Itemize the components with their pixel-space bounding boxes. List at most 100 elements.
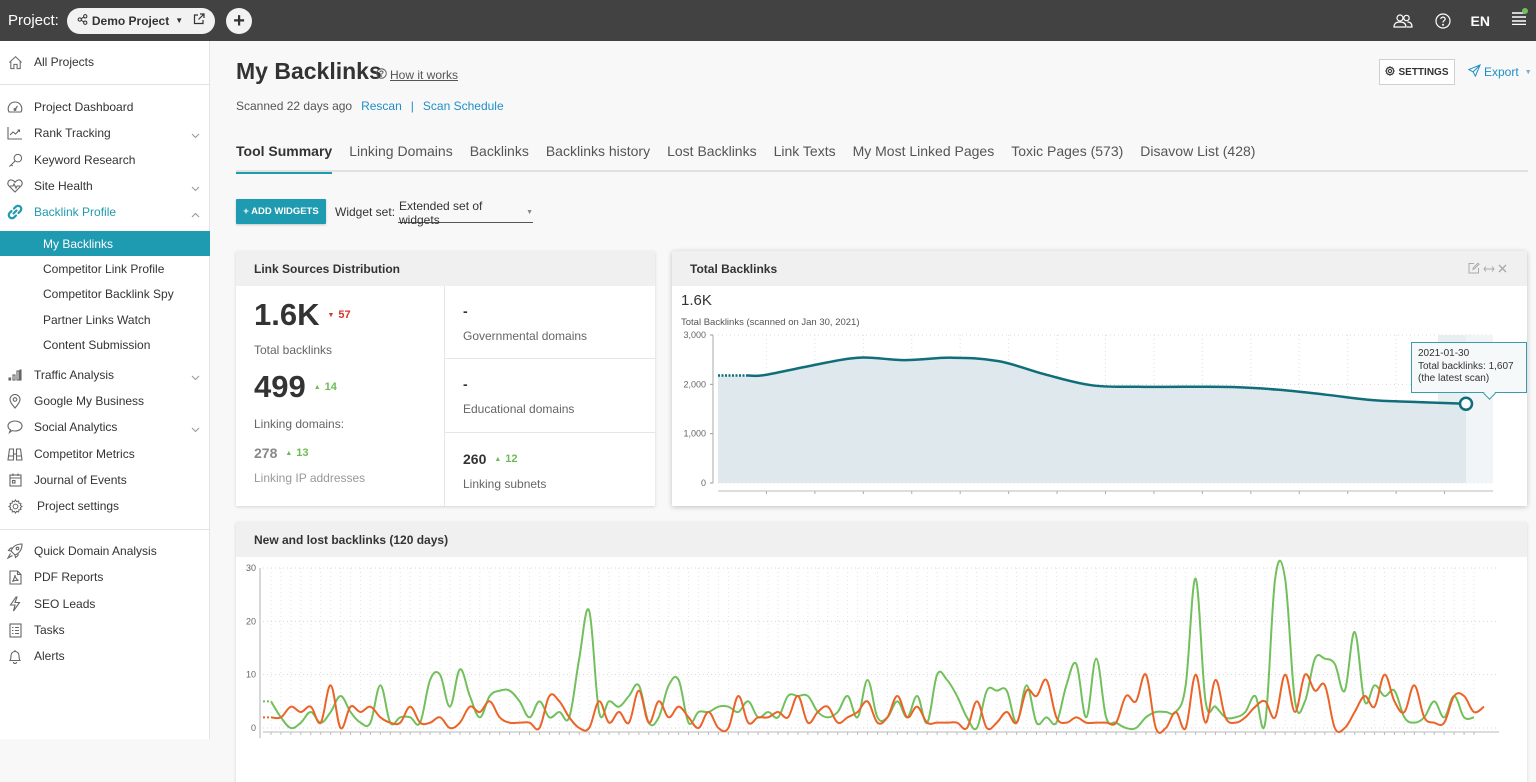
- scanned-time: Scanned 22 days ago: [236, 99, 352, 113]
- tab-toxic-pages[interactable]: Toxic Pages (573): [1011, 141, 1123, 172]
- export-button[interactable]: Export ▼: [1468, 64, 1532, 80]
- sidebar-subitem-my-backlinks[interactable]: My Backlinks: [0, 231, 210, 256]
- tab-linking-domains[interactable]: Linking Domains: [349, 141, 453, 172]
- chevron-up-icon[interactable]: [191, 207, 200, 221]
- sidebar-item-label: Alerts: [34, 649, 65, 663]
- bell-icon: [7, 648, 23, 664]
- rescan-link[interactable]: Rescan: [361, 99, 402, 113]
- tab-most-linked-pages[interactable]: My Most Linked Pages: [853, 141, 995, 172]
- settings-button[interactable]: SETTINGS: [1379, 59, 1455, 85]
- resize-icon[interactable]: [1483, 264, 1495, 276]
- linking-ips-stat: 278 ▲13 Linking IP addresses: [254, 445, 365, 485]
- sidebar-item-quick-domain-analysis[interactable]: Quick Domain Analysis: [0, 538, 210, 564]
- checklist-icon: [7, 622, 23, 638]
- total-backlinks-value: 1.6K: [681, 292, 712, 309]
- sidebar-item-label: Quick Domain Analysis: [34, 544, 157, 558]
- chevron-down-icon[interactable]: [191, 422, 200, 436]
- stat-value: 499: [254, 369, 306, 405]
- delta-value: 12: [505, 453, 517, 465]
- stat-value: 1.6K: [254, 297, 319, 333]
- sidebar-item-tasks[interactable]: Tasks: [0, 617, 210, 643]
- sidebar-item-alerts[interactable]: Alerts: [0, 643, 210, 669]
- sidebar-subitem-partner-links-watch[interactable]: Partner Links Watch: [0, 307, 210, 332]
- tab-disavow-list[interactable]: Disavow List (428): [1140, 141, 1255, 172]
- tab-link-texts[interactable]: Link Texts: [774, 141, 836, 172]
- new-lost-backlinks-widget: New and lost backlinks (120 days) 010203…: [236, 522, 1527, 782]
- total-backlinks-stat: 1.6K ▼57 Total backlinks: [254, 297, 351, 357]
- widget-set-label: Widget set:: [335, 205, 395, 219]
- area-fill: [718, 358, 1466, 483]
- close-icon[interactable]: [1498, 264, 1507, 276]
- sidebar-item-label: Keyword Research: [34, 153, 135, 167]
- language-selector[interactable]: EN: [1471, 13, 1490, 29]
- sidebar-item-rank-tracking[interactable]: Rank Tracking: [0, 120, 210, 146]
- sidebar-item-label: Social Analytics: [34, 420, 117, 434]
- sidebar-item-competitor-metrics[interactable]: Competitor Metrics: [0, 441, 210, 467]
- main-menu-button[interactable]: [1512, 11, 1526, 30]
- sidebar-item-label: Site Health: [34, 179, 93, 193]
- lightning-icon: [7, 596, 23, 612]
- sidebar-item-label: Project settings: [37, 499, 119, 513]
- sidebar-item-project-dashboard[interactable]: Project Dashboard: [0, 94, 210, 120]
- tab-tool-summary[interactable]: Tool Summary: [236, 141, 332, 172]
- tab-backlinks-history[interactable]: Backlinks history: [546, 141, 650, 172]
- add-project-button[interactable]: +: [226, 8, 252, 34]
- chevron-down-icon[interactable]: [191, 181, 200, 195]
- users-icon[interactable]: [1393, 13, 1413, 29]
- chat-bubble-icon: [7, 419, 23, 435]
- add-widgets-button[interactable]: + ADD WIDGETS: [236, 199, 326, 224]
- chevron-down-icon[interactable]: [191, 370, 200, 384]
- caret-down-icon: ▼: [526, 209, 533, 216]
- sidebar-item-journal-of-events[interactable]: Journal of Events: [0, 467, 210, 493]
- help-icon[interactable]: [1435, 13, 1451, 29]
- sidebar-item-social-analytics[interactable]: Social Analytics: [0, 414, 210, 440]
- external-link-icon[interactable]: [193, 13, 205, 28]
- widget-title: Total Backlinks: [672, 251, 1527, 286]
- help-circle-icon: [376, 68, 387, 82]
- y-tick-label: 10: [246, 670, 256, 680]
- tab-lost-backlinks[interactable]: Lost Backlinks: [667, 141, 756, 172]
- sidebar-item-keyword-research[interactable]: Keyword Research: [0, 147, 210, 173]
- sidebar-item-label: Tasks: [34, 623, 65, 637]
- y-tick-label: 3,000: [683, 330, 706, 340]
- sidebar-subitem-competitor-link-profile[interactable]: Competitor Link Profile: [0, 256, 210, 281]
- y-tick-label: 0: [251, 723, 256, 733]
- sidebar-item-traffic-analysis[interactable]: Traffic Analysis: [0, 362, 210, 388]
- top-bar: Project: Demo Project ▼ + EN: [0, 0, 1536, 41]
- sidebar-item-seo-leads[interactable]: SEO Leads: [0, 591, 210, 617]
- sidebar-item-label: Project Dashboard: [34, 100, 133, 114]
- sidebar-subitem-content-submission[interactable]: Content Submission: [0, 332, 210, 357]
- how-it-works-link[interactable]: How it works: [376, 68, 458, 82]
- rocket-icon: [7, 543, 23, 559]
- sidebar-item-google-my-business[interactable]: Google My Business: [0, 388, 210, 414]
- sidebar-divider: [0, 84, 210, 85]
- divider: [445, 358, 655, 359]
- chevron-down-icon[interactable]: [191, 128, 200, 142]
- y-tick-label: 20: [246, 616, 256, 626]
- sidebar-item-pdf-reports[interactable]: PDF Reports: [0, 564, 210, 590]
- sidebar-item-project-settings[interactable]: Project settings: [0, 493, 210, 519]
- link-sources-widget: Link Sources Distribution 1.6K ▼57 Total…: [236, 251, 655, 506]
- edit-icon[interactable]: [1468, 262, 1480, 277]
- gear-icon: [1385, 66, 1395, 79]
- gov-domains-stat: - Governmental domains: [463, 303, 587, 343]
- tab-bar: Tool Summary Linking Domains Backlinks B…: [236, 141, 1528, 172]
- top-right-controls: EN: [1393, 0, 1536, 41]
- main-content: My Backlinks How it works Scanned 22 day…: [211, 41, 1536, 739]
- divider: [444, 286, 445, 506]
- scan-info: Scanned 22 days ago Rescan | Scan Schedu…: [236, 99, 504, 113]
- sidebar-item-backlink-profile[interactable]: Backlink Profile: [0, 199, 210, 225]
- sidebar-item-all-projects[interactable]: All Projects: [0, 49, 210, 75]
- sidebar-item-site-health[interactable]: Site Health: [0, 173, 210, 199]
- sidebar-item-label: Journal of Events: [34, 473, 127, 487]
- tooltip-note: (the latest scan): [1418, 373, 1520, 386]
- sidebar-item-label: Backlink Profile: [34, 205, 116, 219]
- pdf-icon: [7, 569, 23, 585]
- scan-schedule-link[interactable]: Scan Schedule: [423, 99, 504, 113]
- chart-tooltip: 2021-01-30 Total backlinks: 1,607 (the l…: [1411, 342, 1527, 393]
- sidebar-subitem-competitor-backlink-spy[interactable]: Competitor Backlink Spy: [0, 281, 210, 306]
- sidebar-divider: [0, 529, 210, 530]
- widget-set-dropdown[interactable]: Extended set of widgets ▼: [398, 203, 533, 223]
- tab-backlinks[interactable]: Backlinks: [470, 141, 529, 172]
- project-selector[interactable]: Demo Project ▼: [67, 8, 215, 34]
